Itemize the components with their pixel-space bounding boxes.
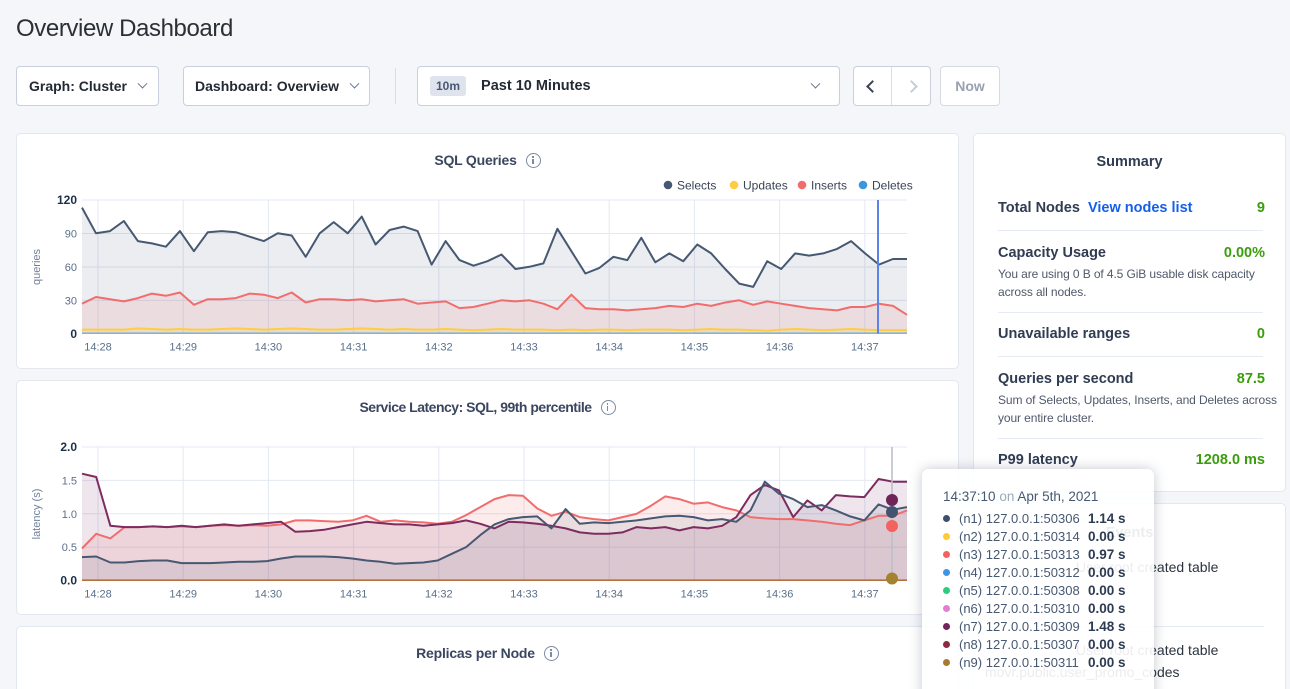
svg-text:14:30: 14:30 — [255, 342, 283, 354]
svg-text:14:35: 14:35 — [681, 342, 709, 354]
svg-text:Updates: Updates — [743, 179, 788, 193]
svg-text:queries: queries — [31, 248, 43, 285]
svg-text:2.0: 2.0 — [60, 440, 77, 454]
svg-text:Inserts: Inserts — [811, 179, 847, 193]
svg-text:14:36: 14:36 — [766, 342, 794, 354]
svg-text:14:33: 14:33 — [510, 589, 538, 601]
svg-text:14:29: 14:29 — [169, 589, 197, 601]
svg-text:Selects: Selects — [677, 179, 716, 193]
svg-text:0.5: 0.5 — [62, 542, 77, 554]
svg-text:14:30: 14:30 — [255, 589, 283, 601]
svg-text:120: 120 — [57, 193, 77, 207]
svg-text:14:32: 14:32 — [425, 342, 453, 354]
svg-text:0.0: 0.0 — [60, 574, 77, 588]
svg-text:90: 90 — [65, 229, 77, 241]
svg-text:14:28: 14:28 — [84, 342, 112, 354]
svg-text:14:33: 14:33 — [510, 342, 538, 354]
svg-text:1.0: 1.0 — [62, 509, 77, 521]
svg-text:14:31: 14:31 — [340, 342, 368, 354]
svg-text:14:28: 14:28 — [84, 589, 112, 601]
svg-text:14:37: 14:37 — [851, 342, 879, 354]
svg-text:14:32: 14:32 — [425, 589, 453, 601]
svg-text:14:34: 14:34 — [595, 342, 623, 354]
svg-text:1.5: 1.5 — [62, 475, 77, 487]
svg-text:14:36: 14:36 — [766, 589, 794, 601]
svg-text:0: 0 — [70, 327, 77, 341]
svg-text:30: 30 — [65, 295, 77, 307]
svg-text:14:37: 14:37 — [851, 589, 879, 601]
svg-text:14:34: 14:34 — [595, 589, 623, 601]
svg-text:14:29: 14:29 — [169, 342, 197, 354]
svg-text:14:35: 14:35 — [681, 589, 709, 601]
svg-text:60: 60 — [65, 262, 77, 274]
svg-text:Deletes: Deletes — [872, 179, 913, 193]
svg-text:latency (s): latency (s) — [31, 489, 43, 540]
svg-text:14:31: 14:31 — [340, 589, 368, 601]
